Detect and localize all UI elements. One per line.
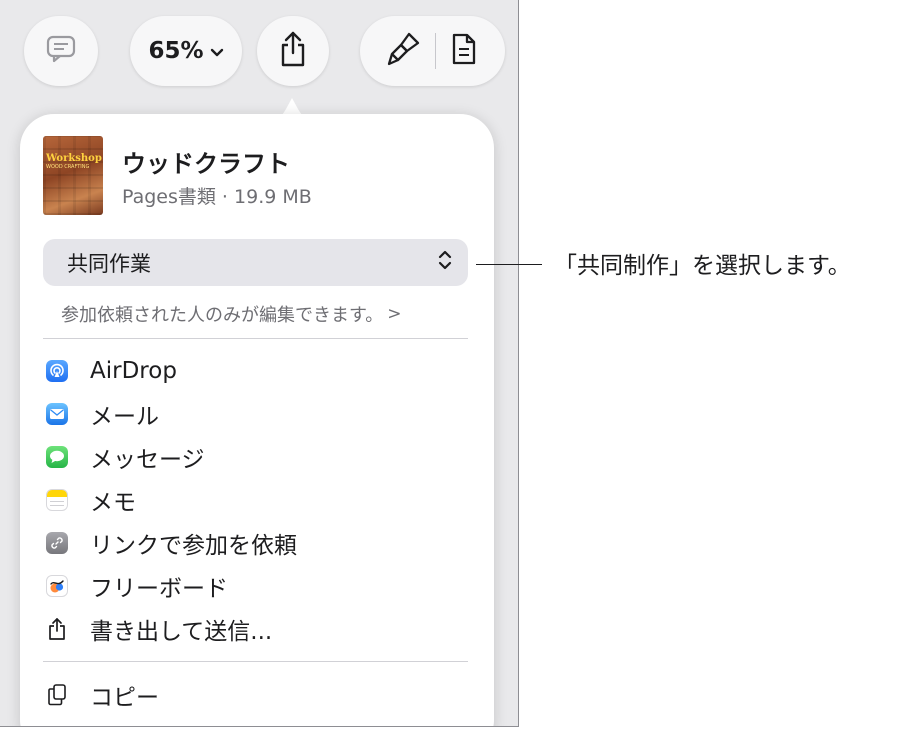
toolbar-divider <box>435 33 436 69</box>
callout-text: 「共同制作」を選択します。 <box>554 253 851 279</box>
chevron-down-icon <box>210 38 224 64</box>
comment-icon <box>46 35 76 67</box>
document-title: ウッドクラフト <box>122 150 290 178</box>
messages-icon <box>45 445 69 469</box>
share-button[interactable] <box>257 16 329 86</box>
share-item-label: リンクで参加を依頼 <box>90 533 297 559</box>
callout-line <box>476 264 542 265</box>
share-item-label: 書き出して送信... <box>90 619 273 645</box>
zoom-level: 65% <box>148 38 204 64</box>
app-window: 65% Workshop WOOD CRAFTING ウッドクラフト Pages… <box>0 0 519 727</box>
airdrop-icon <box>45 359 69 383</box>
paintbrush-icon[interactable] <box>387 31 421 71</box>
collaboration-permission-link[interactable]: 参加依頼された人のみが編集できます。 > <box>61 301 401 327</box>
share-popover: Workshop WOOD CRAFTING ウッドクラフト Pages書類 ·… <box>20 114 494 726</box>
document-icon[interactable] <box>450 32 478 70</box>
share-item-label: フリーボード <box>90 576 228 602</box>
thumbnail-subtitle: WOOD CRAFTING <box>46 164 90 170</box>
document-meta: Pages書類 · 19.9 MB <box>122 186 312 208</box>
share-item-messages[interactable]: メッセージ <box>45 442 205 473</box>
collaboration-selected: 共同作業 <box>67 251 151 276</box>
share-item-export[interactable]: 書き出して送信... <box>45 614 273 645</box>
inspector-toolbar-group <box>360 16 505 86</box>
copy-icon <box>45 683 69 707</box>
action-label: コピー <box>90 685 159 711</box>
notes-icon <box>45 488 69 512</box>
up-down-chevron-icon <box>438 249 452 276</box>
document-thumbnail: Workshop WOOD CRAFTING <box>43 136 103 215</box>
collaboration-popup-button[interactable]: 共同作業 <box>43 239 468 286</box>
mail-icon <box>45 402 69 426</box>
copy-action[interactable]: コピー <box>45 680 159 711</box>
share-item-mail[interactable]: メール <box>45 399 159 430</box>
share-item-invite-link[interactable]: リンクで参加を依頼 <box>45 528 297 559</box>
divider <box>43 661 468 662</box>
thumbnail-title: Workshop <box>46 153 102 164</box>
divider <box>43 338 468 339</box>
share-item-freeform[interactable]: フリーボード <box>45 571 228 602</box>
chevron-right-icon: > <box>387 304 402 324</box>
share-item-label: AirDrop <box>90 358 177 384</box>
freeform-icon <box>45 574 69 598</box>
zoom-menu-button[interactable]: 65% <box>130 16 242 86</box>
share-item-label: メッセージ <box>90 447 205 473</box>
comment-button[interactable] <box>24 16 98 86</box>
export-icon <box>45 617 69 641</box>
link-icon <box>45 531 69 555</box>
share-item-airdrop[interactable]: AirDrop <box>45 356 177 386</box>
share-item-label: メール <box>90 404 159 430</box>
collaboration-note: 参加依頼された人のみが編集できます。 <box>61 305 384 326</box>
share-item-notes[interactable]: メモ <box>45 485 136 516</box>
share-item-label: メモ <box>90 490 136 516</box>
share-icon <box>278 30 308 72</box>
